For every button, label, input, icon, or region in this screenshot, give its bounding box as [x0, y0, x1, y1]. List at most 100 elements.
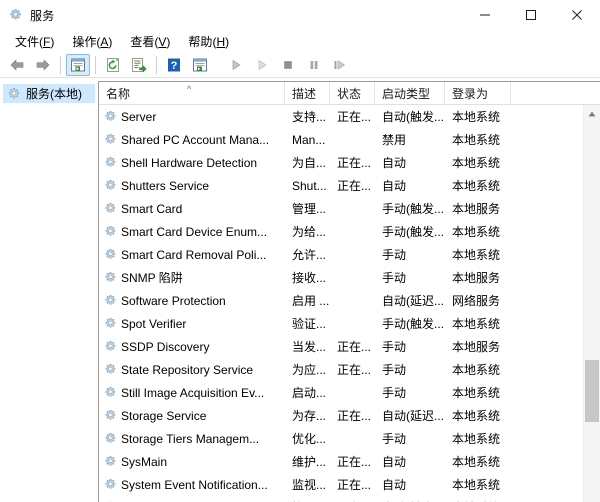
cell-startup-type: 手动 [382, 386, 407, 400]
table-row[interactable]: Smart Card Device Enum... 为给... 手动(触发... 本地… [99, 220, 600, 243]
vertical-scrollbar[interactable] [583, 105, 600, 502]
table-row[interactable]: Storage Service 为存... 正在... 自动(延迟... 本地系统 [99, 404, 600, 427]
cell-startup-type: 手动(触发... [382, 225, 444, 239]
table-row[interactable]: SSDP Discovery 当发... 正在... 手动 本地服务 [99, 335, 600, 358]
cell-log-on-as: 网络服务 [452, 294, 501, 308]
service-name-label: Storage Tiers Managem... [121, 431, 260, 446]
cell-log-on-as: 本地系统 [452, 225, 501, 239]
gear-icon [103, 339, 118, 354]
cell-description: 支持... [292, 110, 327, 124]
menu-help-accel: H [216, 34, 226, 49]
gear-icon [103, 201, 118, 216]
cell-startup-type: 手动 [382, 248, 407, 262]
table-row[interactable]: Spot Verifier 验证... 手动(触发... 本地系统 [99, 312, 600, 335]
cell-log-on-as: 本地服务 [452, 271, 501, 285]
column-header-status[interactable]: 状态 [330, 82, 375, 104]
service-name-label: Software Protection [121, 293, 226, 308]
toolbar-separator [95, 55, 96, 74]
service-name-label: Shared PC Account Mana... [121, 132, 270, 147]
cell-service-name: Shell Hardware Detection [99, 155, 285, 170]
table-row[interactable]: Smart Card Removal Poli... 允许... 手动 本地系统 [99, 243, 600, 266]
pause-service-icon[interactable] [302, 54, 326, 76]
cell-log-on-as: 本地系统 [452, 133, 501, 147]
cell-startup-type: 手动 [382, 363, 407, 377]
export-list-icon[interactable] [127, 54, 151, 76]
cell-status: 正在... [337, 455, 372, 469]
cell-status: 正在... [337, 478, 372, 492]
table-row[interactable]: Server 支持... 正在... 自动(触发... 本地系统 [99, 105, 600, 128]
cell-startup-type: 手动 [382, 340, 407, 354]
start-service-icon[interactable] [224, 54, 248, 76]
column-header-description-label: 描述 [292, 86, 317, 101]
scroll-up-arrow-icon[interactable] [584, 105, 600, 122]
menu-action-accel: A [100, 34, 109, 49]
refresh-icon[interactable] [101, 54, 125, 76]
menu-view-accel: V [158, 34, 167, 49]
tree-node-services-local[interactable]: 服务(本地) [3, 84, 95, 103]
table-row[interactable]: Shared PC Account Mana... Man... 禁用 本地系统 [99, 128, 600, 151]
cell-description: 为存... [292, 409, 327, 423]
table-row[interactable]: System Events Broker协调...正在...自动(触发...本地… [99, 496, 600, 502]
column-header-description[interactable]: 描述 [285, 82, 330, 104]
minimize-icon[interactable] [462, 0, 508, 30]
cell-startup-type: 禁用 [382, 133, 407, 147]
table-row[interactable]: System Event Notification... 监视... 正在... 自动… [99, 473, 600, 496]
menu-action-label: 操作 [72, 34, 97, 49]
table-row[interactable]: Shutters Service Shut... 正在... 自动 本地系统 [99, 174, 600, 197]
cell-service-name: Software Protection [99, 293, 285, 308]
table-row[interactable]: Storage Tiers Managem... 优化... 手动 本地系统 [99, 427, 600, 450]
cell-startup-type: 自动(触发... [382, 110, 444, 124]
properties-icon[interactable] [188, 54, 212, 76]
table-row[interactable]: Shell Hardware Detection 为自... 正在... 自动 本地系统 [99, 151, 600, 174]
service-name-label: Storage Service [121, 408, 207, 423]
column-header-startup-type-label: 启动类型 [382, 86, 431, 101]
service-name-label: SysMain [121, 454, 168, 469]
menu-action[interactable]: 操作(A) [63, 31, 121, 52]
column-header-startup-type[interactable]: 启动类型 [375, 82, 445, 104]
cell-log-on-as: 本地系统 [452, 248, 501, 262]
table-row[interactable]: Software Protection 启用 ... 自动(延迟... 网络服务 [99, 289, 600, 312]
gear-icon [103, 408, 118, 423]
help-icon[interactable]: ? [162, 54, 186, 76]
table-row[interactable]: SysMain 维护... 正在... 自动 本地系统 [99, 450, 600, 473]
show-hide-tree-icon[interactable] [66, 53, 90, 76]
cell-description: 启用 ... [292, 294, 330, 308]
forward-arrow-icon[interactable] [31, 54, 55, 76]
cell-description: 为给... [292, 225, 327, 239]
maximize-icon[interactable] [508, 0, 554, 30]
menu-help[interactable]: 帮助(H) [179, 31, 238, 52]
back-arrow-icon[interactable] [5, 54, 29, 76]
service-name-label: Shell Hardware Detection [121, 155, 258, 170]
cell-description: 管理... [292, 202, 327, 216]
cell-status: 正在... [337, 110, 372, 124]
table-row[interactable]: SNMP 陷阱 接收... 手动 本地服务 [99, 266, 600, 289]
resume-service-icon[interactable] [250, 54, 274, 76]
table-row[interactable]: Still Image Acquisition Ev... 启动... 手动 本地系统 [99, 381, 600, 404]
scrollbar-thumb[interactable] [585, 360, 599, 422]
stop-service-icon[interactable] [276, 54, 300, 76]
menu-file[interactable]: 文件(F) [6, 31, 63, 52]
cell-service-name: Storage Tiers Managem... [99, 431, 285, 446]
column-header-name-label: 名称 [106, 86, 131, 101]
cell-log-on-as: 本地系统 [452, 317, 501, 331]
column-header-name[interactable]: 名称 ^ [99, 82, 285, 104]
close-icon[interactable] [554, 0, 600, 30]
cell-log-on-as: 本地系统 [452, 432, 501, 446]
column-header-row: 名称 ^ 描述 状态 启动类型 登录为 [99, 82, 600, 105]
gear-icon [103, 224, 118, 239]
cell-startup-type: 自动(延迟... [382, 294, 444, 308]
table-row[interactable]: Smart Card 管理... 手动(触发... 本地服务 [99, 197, 600, 220]
cell-service-name: Shutters Service [99, 178, 285, 193]
cell-startup-type: 手动(触发... [382, 202, 444, 216]
restart-service-icon[interactable] [328, 54, 352, 76]
gear-icon [103, 132, 118, 147]
menu-view[interactable]: 查看(V) [121, 31, 179, 52]
cell-log-on-as: 本地服务 [452, 202, 501, 216]
table-row[interactable]: State Repository Service 为应... 正在... 手动 本地系统 [99, 358, 600, 381]
cell-service-name: Storage Service [99, 408, 285, 423]
menu-file-accel: F [43, 34, 51, 49]
cell-status: 正在... [337, 340, 372, 354]
column-header-log-on-as[interactable]: 登录为 [445, 82, 511, 104]
cell-status: 正在... [337, 363, 372, 377]
cell-description: 维护... [292, 455, 327, 469]
